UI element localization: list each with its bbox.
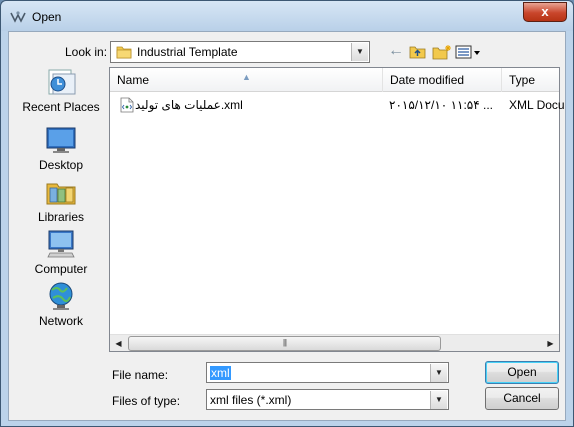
scrollbar-thumb[interactable]: ||| — [128, 336, 441, 351]
views-menu-button[interactable] — [455, 41, 481, 63]
new-folder-button[interactable] — [431, 41, 453, 63]
file-name-field[interactable]: xml ▼ — [206, 362, 449, 383]
scroll-left-icon[interactable]: ◀ — [110, 335, 127, 352]
column-header-type[interactable]: Type — [502, 68, 559, 92]
chevron-down-icon[interactable]: ▼ — [351, 43, 368, 61]
look-in-dropdown[interactable]: Industrial Template ▼ — [110, 41, 370, 63]
open-button[interactable]: Open — [485, 361, 559, 384]
scroll-right-icon[interactable]: ▶ — [542, 335, 559, 352]
place-desktop[interactable]: Desktop — [16, 124, 106, 172]
chevron-down-icon[interactable]: ▼ — [430, 364, 447, 382]
horizontal-scrollbar[interactable]: ◀ ||| ▶ — [110, 334, 559, 351]
file-date-cell: ۲۰۱۵/۱۲/۱۰ ۱۱:۵۴ ... — [389, 98, 494, 112]
back-button[interactable]: ← — [387, 41, 405, 63]
desktop-icon — [46, 127, 76, 153]
up-folder-button[interactable] — [408, 41, 428, 63]
new-folder-icon — [432, 45, 451, 60]
places-bar: Recent Places Desktop Libraries Computer… — [16, 66, 106, 334]
place-libraries[interactable]: Libraries — [16, 176, 106, 224]
cancel-button[interactable]: Cancel — [485, 387, 559, 410]
column-header-label: Name — [117, 73, 150, 87]
open-dialog: Open x Look in: Industrial Template ▼ ← — [0, 0, 574, 427]
file-type-cell: XML Docu — [509, 98, 565, 112]
scroll-grip-icon: ||| — [282, 338, 287, 347]
place-label: Network — [38, 314, 83, 328]
title-bar[interactable]: Open x — [1, 1, 573, 31]
recent-places-icon — [48, 69, 76, 95]
folder-icon — [116, 46, 132, 59]
chevron-down-icon[interactable]: ▼ — [430, 391, 447, 409]
close-button[interactable]: x — [523, 2, 567, 22]
window-title: Open — [32, 10, 62, 24]
up-folder-icon — [409, 46, 426, 59]
file-type-label: Files of type: — [112, 394, 181, 408]
column-header-date-modified[interactable]: Date modified — [383, 68, 502, 92]
place-label: Libraries — [37, 210, 85, 224]
app-icon — [10, 11, 26, 23]
place-recent-places[interactable]: Recent Places — [16, 66, 106, 114]
libraries-icon — [46, 183, 76, 205]
place-computer[interactable]: Computer — [16, 228, 106, 276]
dialog-body: Look in: Industrial Template ▼ ← Recent … — [8, 31, 566, 421]
place-network[interactable]: Network — [16, 280, 106, 328]
place-label: Desktop — [38, 158, 84, 172]
column-header-name[interactable]: ▲ Name — [110, 68, 383, 92]
column-header-label: Type — [509, 73, 536, 87]
file-name-cell: عملیات های تولید.xml — [135, 98, 243, 112]
file-type-value: xml files (*.xml) — [210, 393, 292, 407]
xml-file-icon — [120, 97, 134, 113]
look-in-value: Industrial Template — [137, 45, 238, 59]
file-list[interactable]: ▲ Name Date modified Type عملیات های تول — [109, 67, 565, 352]
file-list-header: ▲ Name Date modified Type — [110, 68, 559, 92]
place-label: Recent Places — [22, 100, 100, 114]
table-row[interactable]: عملیات های تولید.xml ۲۰۱۵/۱۲/۱۰ ۱۱:۵۴ ..… — [110, 95, 565, 115]
file-name-label: File name: — [112, 368, 169, 382]
place-label: Computer — [34, 262, 88, 276]
column-header-label: Date modified — [390, 73, 465, 87]
look-in-label: Look in: — [65, 45, 108, 59]
view-menu-icon — [455, 45, 480, 59]
sort-ascending-icon: ▲ — [242, 72, 251, 82]
file-type-dropdown[interactable]: xml files (*.xml) ▼ — [206, 389, 449, 410]
computer-icon — [47, 230, 75, 258]
file-name-value: xml — [210, 366, 231, 380]
network-icon — [49, 282, 73, 310]
